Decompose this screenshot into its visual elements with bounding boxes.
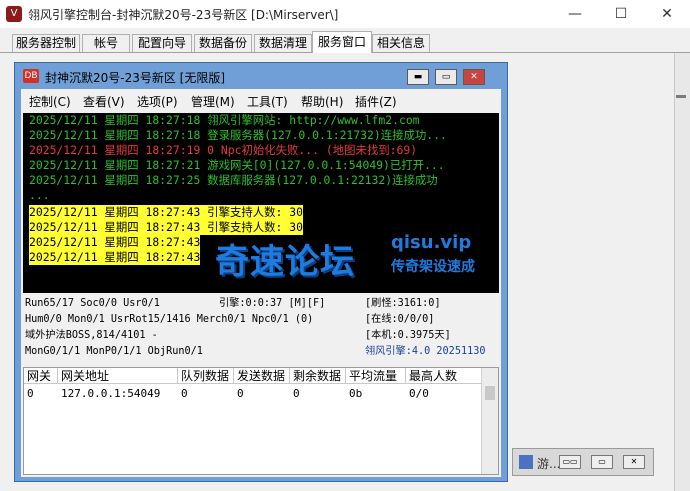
- log-line: 2025/12/11 星期四 18:27:18 登录服务器(127.0.0.1:…: [29, 128, 447, 142]
- stat-run: Run65/17 Soc0/0 Usr0/1: [25, 298, 160, 309]
- stat-boss: 域外护法BOSS,814/4101 -: [25, 330, 158, 341]
- stat-engine-time: 引擎:0:0:37 [M][F]: [219, 298, 326, 309]
- right-scroll-edge: [674, 53, 690, 491]
- tab-server-control[interactable]: 服务器控制: [12, 34, 80, 52]
- menu-manage[interactable]: 管理(M): [191, 93, 235, 110]
- db-icon: DB: [23, 69, 39, 83]
- log-line: ...: [29, 188, 50, 202]
- table-cell: 0: [293, 387, 300, 400]
- menu-help[interactable]: 帮助(H): [301, 93, 343, 110]
- table-cell: 0: [27, 387, 34, 400]
- watermark-en: qisu.vip: [391, 232, 472, 253]
- column-header[interactable]: 剩余数据: [290, 368, 346, 384]
- menu-bar: 控制(C) 查看(V) 选项(P) 管理(M) 工具(T) 帮助(H) 插件(Z…: [21, 89, 501, 111]
- log-line-highlight: 2025/12/11 星期四 18:27:43: [29, 235, 201, 250]
- engine-version: 翎风引擎:4.0 20251130: [365, 346, 486, 357]
- column-header[interactable]: 最高人数: [406, 368, 482, 384]
- tab-config-wizard[interactable]: 配置向导: [132, 34, 192, 52]
- stat-mongo: MonG0/1/1 MonP0/1/1 ObjRun0/1: [25, 346, 203, 357]
- column-header[interactable]: 队列数据: [178, 368, 234, 384]
- gateway-table[interactable]: 网关 网关地址 队列数据 发送数据 剩余数据 平均流量 最高人数 0 127.0…: [23, 367, 499, 475]
- watermark-logo: 奇速论坛 qisu.vip 传奇架设速成: [215, 230, 485, 282]
- tab-account[interactable]: 帐号: [82, 34, 130, 52]
- menu-tools[interactable]: 工具(T): [247, 93, 288, 110]
- column-header[interactable]: 网关: [24, 368, 58, 384]
- stat-hum: Hum0/0 Mon0/1 UsrRot15/1416 Merch0/1 Npc…: [25, 314, 314, 325]
- restore-icon[interactable]: ▭▭: [559, 455, 581, 469]
- close-icon[interactable]: ✕: [623, 455, 645, 469]
- log-line: 2025/12/11 星期四 18:27:21 游戏网关[0](127.0.0.…: [29, 158, 445, 172]
- menu-control[interactable]: 控制(C): [29, 93, 71, 110]
- close-button[interactable]: ✕: [644, 0, 690, 28]
- right-edge-mark: [676, 95, 686, 98]
- log-line-highlight: 2025/12/11 星期四 18:27:43: [29, 250, 201, 265]
- table-cell: 0: [181, 387, 188, 400]
- stat-machine: [本机:0.3975天]: [365, 330, 451, 341]
- minimized-window-title: 游...: [537, 457, 561, 471]
- app-logo-icon: V: [6, 6, 22, 22]
- table-cell: 0: [237, 387, 244, 400]
- menu-view[interactable]: 查看(V): [83, 93, 125, 110]
- tab-data-cleanup[interactable]: 数据清理: [254, 34, 312, 52]
- log-line: 2025/12/11 星期四 18:27:25 数据库服务器(127.0.0.1…: [29, 173, 438, 187]
- inner-close-button[interactable]: ✕: [463, 69, 485, 85]
- table-cell: 0b: [349, 387, 363, 400]
- table-scrollbar[interactable]: [481, 368, 498, 474]
- log-console[interactable]: 2025/12/11 星期四 18:27:18 翎风引擎网站: http://w…: [23, 113, 499, 293]
- service-window-title: 封神沉默20号-23号新区 [无限版]: [45, 71, 226, 85]
- table-cell: 0/0: [409, 387, 429, 400]
- menu-options[interactable]: 选项(P): [137, 93, 178, 110]
- stat-online: [在线:0/0/0]: [365, 314, 435, 325]
- tab-related-info[interactable]: 相关信息: [372, 34, 430, 52]
- tab-service-window[interactable]: 服务窗口: [312, 31, 372, 53]
- tab-data-backup[interactable]: 数据备份: [194, 34, 252, 52]
- service-window: DB 封神沉默20号-23号新区 [无限版] ▬ ▭ ✕ 控制(C) 查看(V)…: [14, 62, 508, 482]
- log-line-highlight: 2025/12/11 星期四 18:27:43 引擎支持人数: 30: [29, 205, 303, 220]
- status-panel: Run65/17 Soc0/0 Usr0/1 引擎:0:0:37 [M][F] …: [23, 295, 499, 365]
- log-line: 2025/12/11 星期四 18:27:18 翎风引擎网站: http://w…: [29, 113, 420, 127]
- scroll-thumb[interactable]: [485, 386, 495, 400]
- app-title-bar: V 翎风引擎控制台-封神沉默20号-23号新区 [D:\Mirserver\] …: [0, 0, 690, 28]
- main-tabs: 服务器控制 帐号 配置向导 数据备份 数据清理 服务窗口 相关信息: [0, 28, 690, 53]
- column-header[interactable]: 平均流量: [346, 368, 406, 384]
- column-header[interactable]: 发送数据: [234, 368, 290, 384]
- inner-maximize-button[interactable]: ▭: [435, 69, 457, 85]
- column-header[interactable]: 网关地址: [58, 368, 178, 384]
- maximize-icon[interactable]: ▭: [591, 455, 613, 469]
- service-window-title-bar: DB 封神沉默20号-23号新区 [无限版] ▬ ▭ ✕: [15, 63, 507, 89]
- minimize-button[interactable]: —: [552, 0, 598, 28]
- log-line: 2025/12/11 星期四 18:27:19 0 Npc初始化失败... (地…: [29, 143, 418, 157]
- menu-plugins[interactable]: 插件(Z): [355, 93, 397, 110]
- maximize-button[interactable]: ☐: [598, 0, 644, 28]
- service-window-body: 控制(C) 查看(V) 选项(P) 管理(M) 工具(T) 帮助(H) 插件(Z…: [21, 89, 501, 477]
- app-title: 翎风引擎控制台-封神沉默20号-23号新区 [D:\Mirserver\]: [28, 8, 339, 22]
- inner-minimize-button[interactable]: ▬: [407, 69, 429, 85]
- window-icon: [519, 455, 533, 469]
- watermark-cn: 奇速论坛: [215, 242, 355, 282]
- table-cell: 127.0.0.1:54049: [61, 387, 161, 400]
- minimized-window[interactable]: 游... ▭▭ ▭ ✕: [512, 448, 654, 476]
- stat-refresh: [刷怪:3161:0]: [365, 298, 441, 309]
- watermark-sub: 传奇架设速成: [391, 259, 475, 275]
